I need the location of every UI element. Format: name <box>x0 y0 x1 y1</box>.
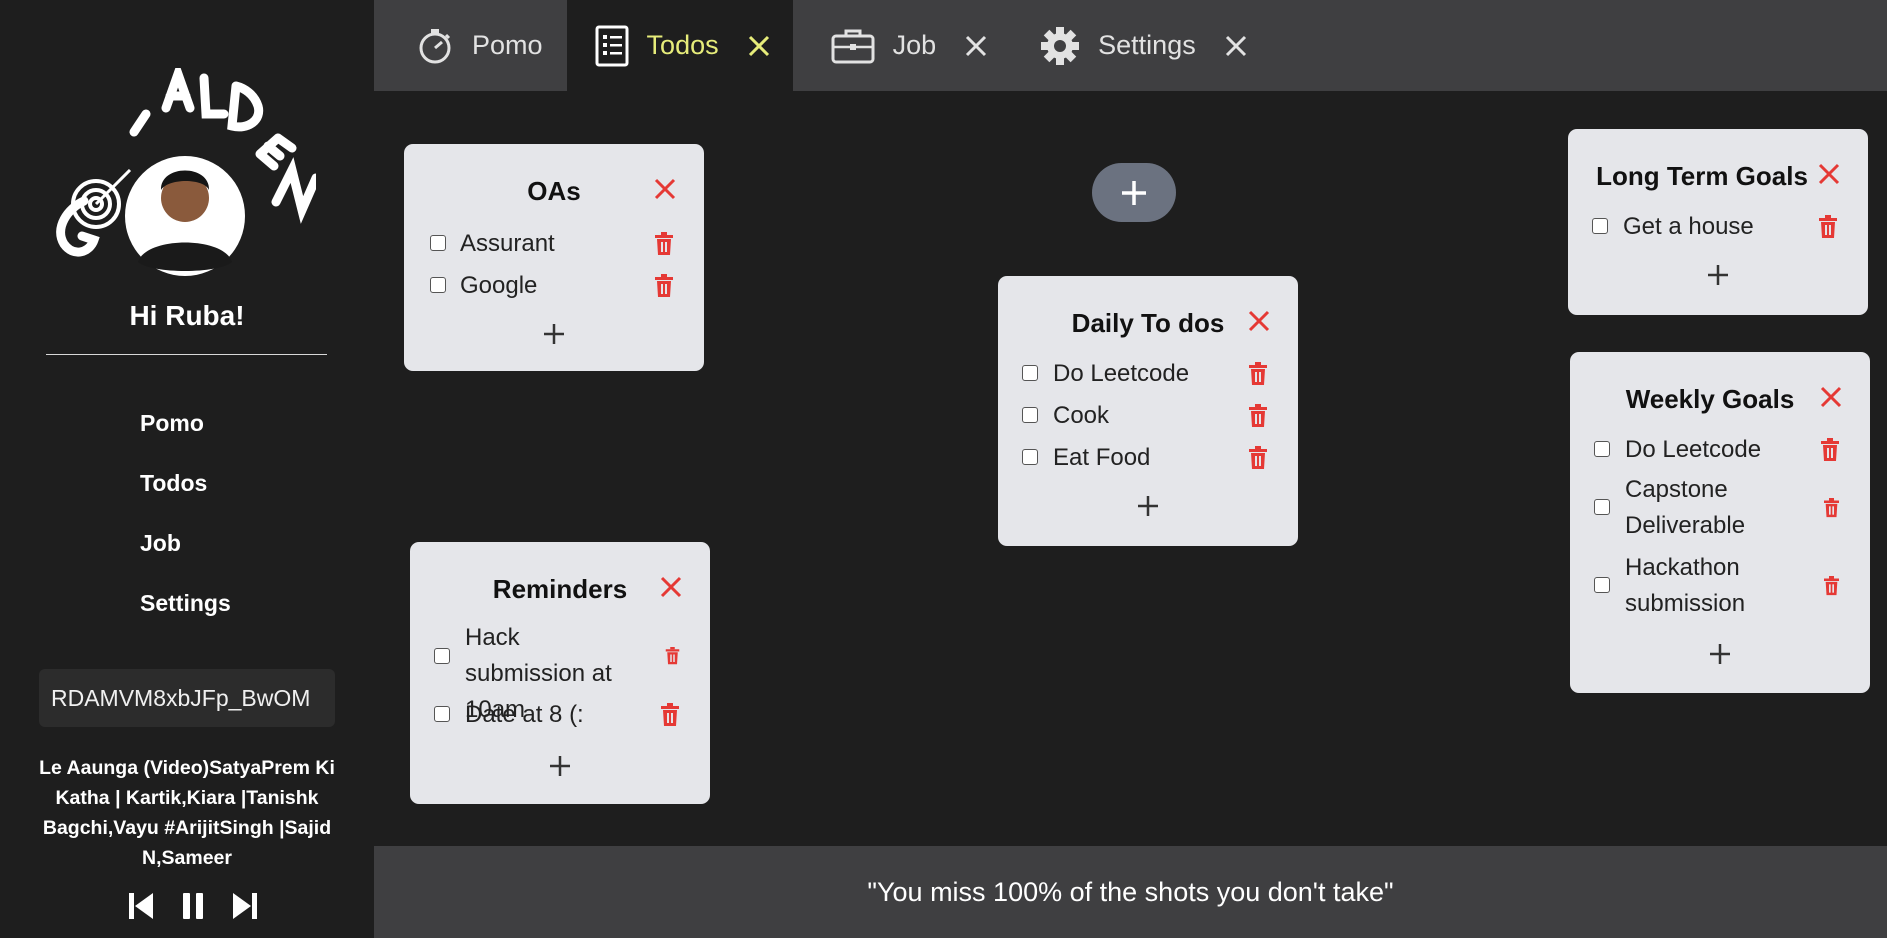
item-text: Get a house <box>1623 213 1754 240</box>
pause-icon[interactable] <box>177 890 209 922</box>
add-item-button[interactable] <box>1708 642 1732 666</box>
tab-label: Job <box>892 30 937 60</box>
greeting: Hi Ruba! <box>129 300 245 331</box>
plus-icon <box>1122 180 1146 205</box>
close-icon[interactable] <box>1224 34 1248 58</box>
add-list-button[interactable] <box>1092 163 1176 222</box>
close-icon[interactable] <box>964 34 988 58</box>
close-icon[interactable] <box>1248 310 1270 332</box>
add-item-button[interactable] <box>548 754 572 778</box>
list-icon <box>595 25 629 67</box>
trash-icon[interactable] <box>1823 498 1840 518</box>
app-logo <box>48 60 321 278</box>
list-item: Hack submission at 10am <box>410 620 710 723</box>
trash-icon[interactable] <box>654 232 674 256</box>
trash-icon[interactable] <box>665 647 680 665</box>
quote-footer: "You miss 100% of the shots you don't ta… <box>374 846 1887 938</box>
tab-label: Todos <box>646 30 719 60</box>
video-id-input[interactable] <box>39 669 335 727</box>
tab-label: Pomo <box>472 30 543 60</box>
tab-pomo[interactable]: Pomo <box>374 0 567 91</box>
item-text: Eat Food <box>1053 444 1151 471</box>
list-item: Capstone Deliverable <box>1570 472 1870 544</box>
list-item: Eat Food <box>998 440 1298 476</box>
list-item: Assurant <box>404 226 704 262</box>
add-item-button[interactable] <box>542 322 566 346</box>
trash-icon[interactable] <box>660 703 680 727</box>
item-checkbox[interactable] <box>434 648 450 664</box>
briefcase-icon <box>831 28 875 64</box>
item-checkbox[interactable] <box>1022 407 1038 423</box>
trash-icon[interactable] <box>654 274 674 298</box>
list-item: Cook <box>998 398 1298 434</box>
tab-bar: Pomo Todos Job Settings <box>374 0 1887 91</box>
sidebar-item-job[interactable]: Job <box>140 525 231 585</box>
item-checkbox[interactable] <box>1594 441 1610 457</box>
todo-card-weekly: Weekly Goals Do Leetcode Capstone Delive… <box>1570 352 1870 693</box>
gear-icon <box>1040 26 1080 66</box>
trash-icon[interactable] <box>1248 362 1268 386</box>
sidebar: Hi Ruba! Pomo Todos Job Settings Le Aaun… <box>0 0 374 938</box>
item-checkbox[interactable] <box>1594 499 1610 515</box>
item-checkbox[interactable] <box>434 706 450 722</box>
item-checkbox[interactable] <box>430 235 446 251</box>
list-item: Google <box>404 268 704 304</box>
trash-icon[interactable] <box>1248 404 1268 428</box>
list-item: Hackathon submission <box>1570 550 1870 622</box>
trash-icon[interactable] <box>1248 446 1268 470</box>
card-title: Long Term Goals <box>1596 161 1808 191</box>
item-text: Hackathon submission <box>1625 554 1746 617</box>
close-icon[interactable] <box>1818 163 1840 185</box>
sidebar-item-settings[interactable]: Settings <box>140 585 231 645</box>
item-text: Do Leetcode <box>1053 360 1190 387</box>
tab-label: Settings <box>1098 30 1196 60</box>
previous-track-icon[interactable] <box>125 890 157 922</box>
sidebar-nav: Pomo Todos Job Settings <box>140 405 231 645</box>
item-text: Date at 8 (: <box>465 701 584 728</box>
item-text: Do Leetcode <box>1625 436 1762 463</box>
item-checkbox[interactable] <box>430 277 446 293</box>
trash-icon[interactable] <box>1818 215 1838 239</box>
todo-card-long-term: Long Term Goals Get a house <box>1568 129 1868 315</box>
card-title: Weekly Goals <box>1625 384 1795 414</box>
list-item: Get a house <box>1568 209 1868 245</box>
tab-settings[interactable]: Settings <box>1010 0 1270 91</box>
item-checkbox[interactable] <box>1022 365 1038 381</box>
tab-todos[interactable]: Todos <box>566 0 793 91</box>
trash-icon[interactable] <box>1820 438 1840 462</box>
quote-text: "You miss 100% of the shots you don't ta… <box>867 876 1394 907</box>
add-item-button[interactable] <box>1706 263 1730 287</box>
trash-icon[interactable] <box>1823 576 1840 596</box>
item-text: Cook <box>1053 402 1110 429</box>
item-checkbox[interactable] <box>1594 577 1610 593</box>
item-text: Google <box>460 272 538 299</box>
next-track-icon[interactable] <box>229 890 261 922</box>
list-item: Date at 8 (: <box>410 697 710 733</box>
item-checkbox[interactable] <box>1592 218 1608 234</box>
close-icon[interactable] <box>654 178 676 200</box>
now-playing-title: Le Aaunga (Video)SatyaPrem Ki Katha | Ka… <box>39 757 335 869</box>
close-icon[interactable] <box>660 576 682 598</box>
list-item: Do Leetcode <box>1570 432 1870 468</box>
add-item-button[interactable] <box>1136 494 1160 518</box>
sidebar-item-todos[interactable]: Todos <box>140 465 231 525</box>
todo-card-oas: OAs Assurant Google <box>404 144 704 371</box>
tab-job[interactable]: Job <box>793 0 1011 91</box>
item-checkbox[interactable] <box>1022 449 1038 465</box>
stopwatch-icon <box>416 27 454 65</box>
item-text: Assurant <box>460 230 555 257</box>
sidebar-item-pomo[interactable]: Pomo <box>140 405 231 465</box>
close-icon[interactable] <box>1820 386 1842 408</box>
sidebar-divider <box>46 354 327 355</box>
item-text: Capstone Deliverable <box>1625 476 1746 539</box>
close-icon[interactable] <box>747 34 771 58</box>
todo-card-daily: Daily To dos Do Leetcode Cook Eat Food <box>998 276 1298 546</box>
todo-card-reminders: Reminders Hack submission at 10am Date a… <box>410 542 710 804</box>
music-player-controls <box>125 890 261 922</box>
list-item: Do Leetcode <box>998 356 1298 392</box>
